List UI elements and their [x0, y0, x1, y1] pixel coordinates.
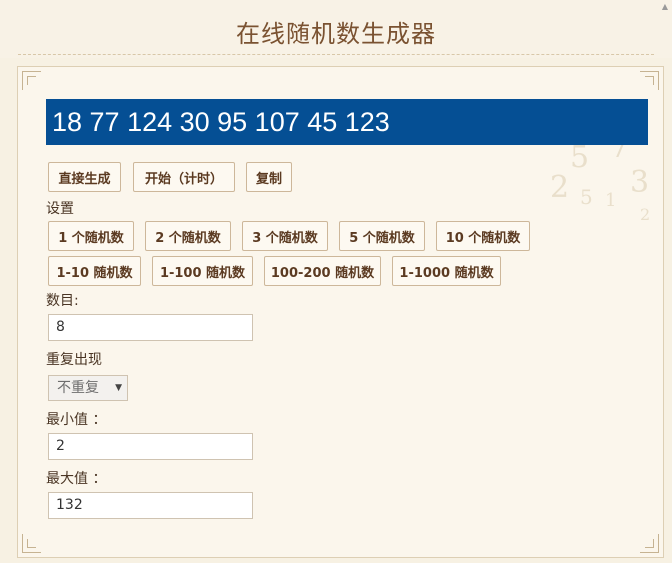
- preset-count-3-button[interactable]: 3 个随机数: [242, 221, 328, 251]
- repeat-label: 重复出现: [46, 352, 102, 368]
- min-input[interactable]: 2: [48, 433, 253, 460]
- result-display: 18 77 124 30 95 107 45 123: [46, 99, 648, 145]
- page-header: 在线随机数生成器 ▲: [0, 0, 672, 58]
- scroll-up-arrow-icon[interactable]: ▲: [662, 2, 668, 11]
- preset-count-1-button[interactable]: 1 个随机数: [48, 221, 134, 251]
- settings-label: 设置: [46, 201, 74, 217]
- repeat-select-value: 不重复: [57, 380, 99, 396]
- preset-range-1-10-button[interactable]: 1-10 随机数: [48, 256, 141, 286]
- preset-count-2-button[interactable]: 2 个随机数: [145, 221, 231, 251]
- preset-count-5-button[interactable]: 5 个随机数: [339, 221, 425, 251]
- corner-ornament-icon: [645, 539, 654, 548]
- min-label: 最小值 ：: [46, 412, 107, 428]
- max-label: 最大值 ：: [46, 471, 107, 487]
- count-label: 数目:: [46, 293, 79, 309]
- max-input[interactable]: 132: [48, 492, 253, 519]
- corner-ornament-icon: [27, 539, 36, 548]
- corner-ornament-icon: [27, 76, 36, 85]
- corner-ornament-icon: [645, 76, 654, 85]
- preset-range-1-100-button[interactable]: 1-100 随机数: [152, 256, 253, 286]
- preset-count-10-button[interactable]: 10 个随机数: [436, 221, 530, 251]
- page-title: 在线随机数生成器: [236, 20, 436, 48]
- chevron-down-icon: ▼: [115, 383, 122, 393]
- preset-range-100-200-button[interactable]: 100-200 随机数: [264, 256, 381, 286]
- preset-range-1-1000-button[interactable]: 1-1000 随机数: [392, 256, 501, 286]
- copy-button[interactable]: 复制: [246, 162, 292, 192]
- header-divider: [18, 54, 654, 55]
- start-timer-button[interactable]: 开始（计时）: [133, 162, 235, 192]
- generate-button[interactable]: 直接生成: [48, 162, 121, 192]
- count-input[interactable]: 8: [48, 314, 253, 341]
- repeat-select[interactable]: 不重复 ▼: [48, 375, 128, 401]
